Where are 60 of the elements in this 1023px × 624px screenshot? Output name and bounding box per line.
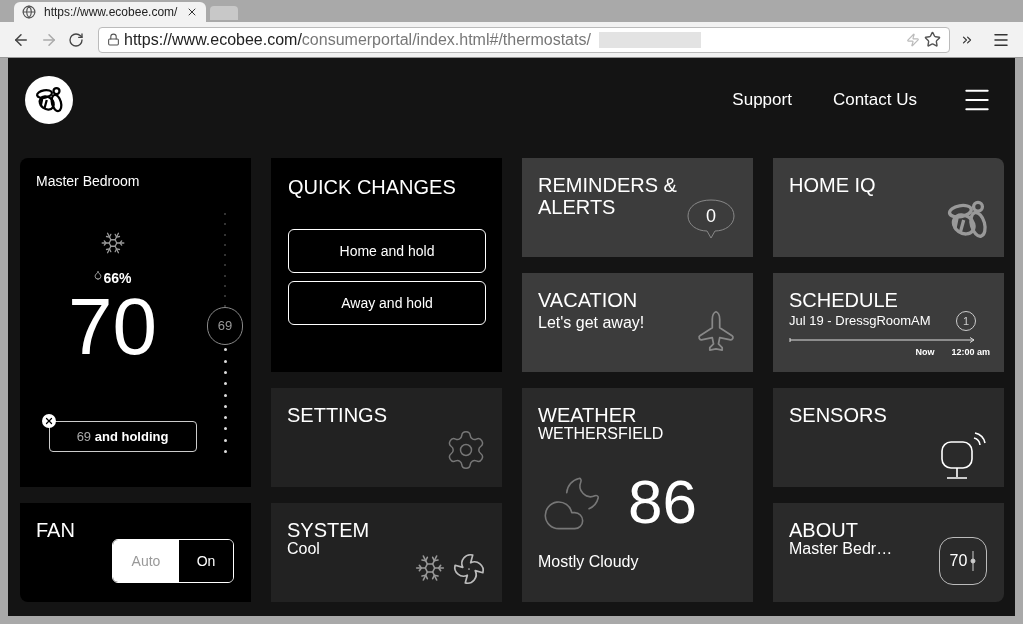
thermostat-card[interactable]: Master Bedroom 66% 70 69 and holding 69 xyxy=(20,158,251,487)
browser-tab[interactable]: https://www.ecobee.com/ xyxy=(14,2,206,22)
schedule-event: Jul 19 - DressgRoomAM xyxy=(789,312,931,331)
humidity-reading: 66% xyxy=(103,269,132,288)
url-text: https://www.ecobee.com/consumerportal/index.html#/thermostats/ xyxy=(124,29,591,50)
system-tile[interactable]: SYSTEM Cool xyxy=(271,503,502,602)
snowflake-icon xyxy=(414,552,446,584)
vacation-subtitle: Let's get away! xyxy=(538,313,646,333)
slider-thumb[interactable]: 69 xyxy=(207,306,243,345)
quick-change-button[interactable]: Away and hold xyxy=(288,281,486,325)
address-bar[interactable]: https://www.ecobee.com/consumerportal/index.html#/thermostats/ xyxy=(98,26,950,53)
home-iq-tile[interactable]: HOME IQ xyxy=(773,158,1004,257)
timeline-label: Now xyxy=(915,346,935,359)
tab-title: https://www.ecobee.com/ xyxy=(44,4,178,21)
tile-title: SCHEDULE xyxy=(789,289,899,311)
timeline-label: 12:00 am xyxy=(951,346,990,359)
fan-icon xyxy=(452,552,486,586)
lock-icon xyxy=(107,33,120,46)
close-button[interactable] xyxy=(41,414,56,428)
snowflake-icon xyxy=(99,230,126,256)
widget-temperature: 70 xyxy=(949,551,968,571)
current-temperature: 70 xyxy=(68,287,157,367)
tile-title: VACATION xyxy=(538,289,639,311)
tile-title: SETTINGS xyxy=(287,404,388,426)
tile-title: WEATHER xyxy=(538,404,638,426)
sensor-icon xyxy=(940,432,986,482)
alert-count: 0 xyxy=(706,206,716,226)
weather-tile[interactable]: WEATHER WETHERSFIELD 86 Mostly Cloudy xyxy=(522,388,753,602)
globe-icon xyxy=(22,5,36,19)
weather-condition: Mostly Cloudy xyxy=(538,552,640,572)
tile-title: FAN xyxy=(36,519,76,541)
logo[interactable] xyxy=(25,76,73,124)
tile-title: QUICK CHANGES xyxy=(288,176,457,198)
about-device: Master Bedr… xyxy=(789,541,894,557)
system-mode: Cool xyxy=(287,541,321,557)
star-icon[interactable] xyxy=(924,31,941,48)
tile-title: REMINDERS & ALERTS xyxy=(538,174,678,218)
tile-title: HOME IQ xyxy=(789,174,877,196)
nav-link[interactable]: Support xyxy=(732,87,792,113)
reload-icon[interactable] xyxy=(68,31,84,48)
quick-change-button[interactable]: Home and hold xyxy=(288,229,486,273)
slider-icon xyxy=(970,551,977,571)
room-name: Master Bedroom xyxy=(36,172,140,191)
speech-bubble-icon xyxy=(687,198,735,240)
close-icon[interactable] xyxy=(186,6,198,18)
sensors-tile[interactable]: SENSORS xyxy=(773,388,1004,487)
weather-location: WETHERSFIELD xyxy=(538,426,665,442)
weather-temperature: 86 xyxy=(628,470,697,534)
temperature-slider[interactable]: 69 xyxy=(205,213,245,453)
tile-title: SYSTEM xyxy=(287,519,371,541)
schedule-tile[interactable]: SCHEDULE Jul 19 - DressgRoomAM 1 Now 12:00 am xyxy=(773,273,1004,372)
nav-link[interactable]: Contact Us xyxy=(832,87,917,113)
vacation-tile[interactable]: VACATION Let's get away! xyxy=(522,273,753,372)
tile-title: SENSORS xyxy=(789,404,888,426)
lightning-icon xyxy=(906,32,920,47)
reminders-tile[interactable]: REMINDERS & ALERTS 0 xyxy=(522,158,753,257)
about-tile[interactable]: ABOUT Master Bedr… 70 xyxy=(773,503,1004,602)
tile-title: ABOUT xyxy=(789,519,859,541)
droplet-icon xyxy=(93,270,104,280)
settings-tile[interactable]: SETTINGS xyxy=(271,388,502,487)
